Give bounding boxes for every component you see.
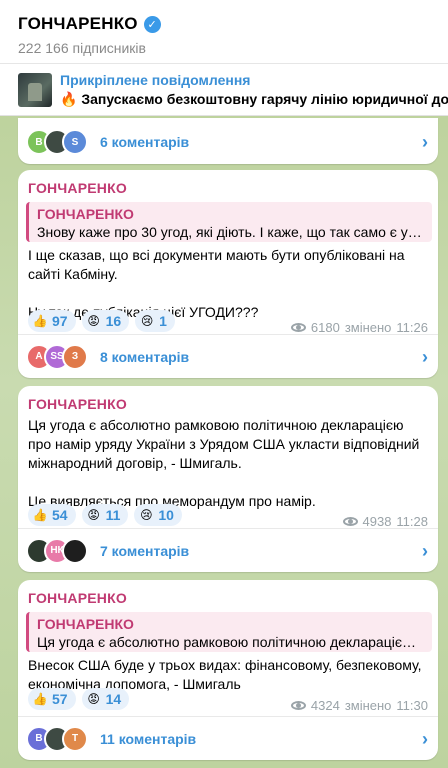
angry-face-icon: 😡 (87, 692, 100, 706)
post-card: ГОНЧАРЕНКО Ця угода є абсолютно рамковою… (18, 386, 438, 572)
reply-quote[interactable]: ГОНЧАРЕНКО Знову каже про 30 угод, які д… (26, 202, 432, 242)
chevron-right-icon: › (422, 347, 428, 367)
thumbs-up-icon: 👍 (32, 508, 48, 522)
avatar: Т (62, 725, 88, 752)
crying-face-icon: 😢 (140, 508, 153, 522)
reactions-bar: 👍 54 😡 11 😢 10 (28, 504, 182, 526)
quote-text: Ця угода є абсолютно рамковою політичною… (37, 634, 424, 650)
comments-row[interactable]: A SS З 8 коментарів › (18, 334, 438, 378)
quote-text: Знову каже про 30 угод, які діють. І каж… (37, 224, 424, 240)
view-count: 6180 (310, 320, 340, 335)
quote-author: ГОНЧАРЕНКО (37, 206, 134, 222)
comments-count-label: 11 коментарів (100, 730, 197, 747)
edited-label: змінено (344, 320, 392, 335)
thumbs-up-icon: 👍 (32, 692, 48, 706)
reaction-count: 16 (105, 313, 122, 329)
reaction-count: 14 (105, 691, 122, 707)
post-meta: 6180 змінено 11:26 (290, 320, 428, 335)
reaction-count: 10 (158, 507, 174, 523)
reaction-count: 57 (52, 691, 68, 707)
reaction-thumbs-up[interactable]: 👍 54 (28, 504, 76, 526)
chevron-right-icon: › (422, 132, 428, 152)
chevron-right-icon: › (422, 541, 428, 561)
post-card: ГОНЧАРЕНКО ГОНЧАРЕНКО Знову каже про 30 … (18, 170, 438, 378)
channel-header[interactable]: ГОНЧАРЕНКО ✓ 222 166 підписників (0, 0, 448, 64)
post-author[interactable]: ГОНЧАРЕНКО (18, 170, 438, 196)
quote-author: ГОНЧАРЕНКО (37, 616, 134, 632)
pinned-label: Прикріплене повідомлення (60, 71, 251, 88)
comments-count-label: 7 коментарів (100, 542, 190, 559)
subscriber-count: 222 166 підписників (18, 40, 146, 56)
reaction-thumbs-up[interactable]: 👍 57 (28, 688, 76, 710)
post-author[interactable]: ГОНЧАРЕНКО (18, 386, 438, 412)
pinned-thumbnail (18, 72, 52, 107)
reaction-count: 97 (52, 313, 68, 329)
reaction-crying[interactable]: 😢 1 (135, 310, 175, 332)
view-count: 4938 (362, 514, 392, 529)
reaction-count: 1 (159, 313, 167, 329)
thumbs-up-icon: 👍 (32, 314, 48, 328)
reaction-angry[interactable]: 😡 16 (81, 310, 130, 332)
commenter-avatars: НК (26, 537, 88, 564)
post-meta: 4324 змінено 11:30 (290, 698, 428, 713)
post-body: Ця угода є абсолютно рамковою політичною… (18, 412, 438, 511)
chevron-right-icon: › (422, 729, 428, 749)
crying-face-icon: 😢 (140, 314, 154, 328)
post-card: В S 6 коментарів › (18, 118, 438, 164)
post-time: 11:26 (396, 320, 428, 335)
eye-icon (290, 323, 306, 332)
commenter-avatars: A SS З (26, 343, 88, 370)
post-time: 11:30 (396, 698, 428, 713)
avatar: З (62, 343, 88, 370)
reaction-thumbs-up[interactable]: 👍 97 (28, 310, 76, 332)
angry-face-icon: 😡 (87, 314, 100, 328)
view-count: 4324 (310, 698, 340, 713)
reaction-crying[interactable]: 😢 10 (134, 504, 182, 526)
angry-face-icon: 😡 (87, 508, 100, 522)
edited-label: змінено (344, 698, 392, 713)
reaction-angry[interactable]: 😡 11 (81, 504, 129, 526)
post-time: 11:28 (396, 514, 428, 529)
post-paragraph: Ця угода є абсолютно рамковою політичною… (28, 417, 420, 471)
post-paragraph: І ще сказав, що всі документи мають бути… (28, 247, 405, 282)
avatar: S (62, 129, 88, 155)
channel-title-row: ГОНЧАРЕНКО ✓ (18, 14, 430, 34)
avatar (62, 537, 88, 564)
eye-icon (290, 701, 306, 710)
reaction-count: 54 (52, 507, 68, 523)
eye-icon (342, 517, 358, 526)
commenter-avatars: В S (26, 129, 88, 155)
comments-row[interactable]: НК 7 коментарів › (18, 528, 438, 572)
post-author[interactable]: ГОНЧАРЕНКО (18, 580, 438, 606)
post-card: ГОНЧАРЕНКО ГОНЧАРЕНКО Ця угода є абсолют… (18, 580, 438, 760)
reaction-angry[interactable]: 😡 14 (81, 688, 130, 710)
post-meta: 4938 11:28 (342, 514, 428, 529)
comments-row[interactable]: В S 6 коментарів › (18, 120, 438, 164)
comments-count-label: 8 коментарів (100, 348, 190, 365)
comments-count-label: 6 коментарів (100, 134, 190, 150)
reactions-bar: 👍 57 😡 14 (28, 688, 130, 710)
channel-title: ГОНЧАРЕНКО (18, 14, 138, 33)
commenter-avatars: В Т (26, 725, 88, 752)
reply-quote[interactable]: ГОНЧАРЕНКО Ця угода є абсолютно рамковою… (26, 612, 432, 652)
reaction-count: 11 (105, 507, 121, 523)
comments-row[interactable]: В Т 11 коментарів › (18, 716, 438, 760)
pinned-message-bar[interactable]: Прикріплене повідомлення 🔥 Запускаємо бе… (0, 64, 448, 116)
pinned-message-text: 🔥 Запускаємо безкоштовну гарячу лінію юр… (60, 90, 448, 107)
verified-icon: ✓ (143, 15, 161, 33)
reactions-bar: 👍 97 😡 16 😢 1 (28, 310, 175, 332)
